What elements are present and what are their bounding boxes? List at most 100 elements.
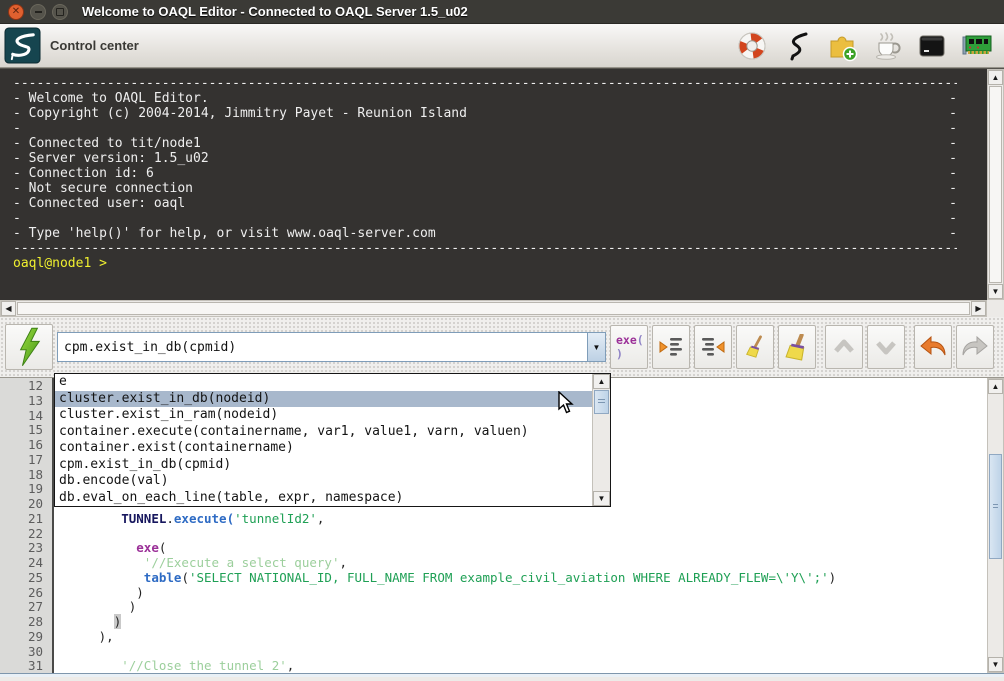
small-broom-icon <box>743 335 767 359</box>
code-line: table('SELECT NATIONAL_ID, FULL_NAME FRO… <box>61 571 987 586</box>
combo-dropdown-button[interactable]: ▼ <box>587 332 606 362</box>
window-controls: ✕ <box>8 4 68 20</box>
line-number: 27 <box>0 600 43 615</box>
query-toolbar: ▼ exe( ) <box>0 317 1004 378</box>
scroll-up-arrow-icon[interactable]: ▲ <box>988 379 1003 394</box>
add-plugin-icon[interactable] <box>825 29 859 63</box>
titlebar: ✕ Welcome to OAQL Editor - Connected to … <box>0 0 1004 24</box>
undo-arrow-icon <box>919 335 947 359</box>
big-broom-icon <box>784 334 811 361</box>
line-number: 17 <box>0 453 43 468</box>
terminal-line: - Welcome to OAQL Editor.- <box>13 91 957 106</box>
oaql-editor-window: ✕ Welcome to OAQL Editor - Connected to … <box>0 0 1004 681</box>
code-line <box>61 645 987 660</box>
outdent-button[interactable] <box>694 325 732 369</box>
terminal-vertical-scrollbar[interactable]: ▲ ▼ <box>987 69 1004 300</box>
oaql-logo-icon <box>4 27 41 64</box>
indent-button[interactable] <box>652 325 690 369</box>
memory-card-icon[interactable] <box>960 29 994 63</box>
terminal-vscroll-track[interactable] <box>988 85 1003 284</box>
close-button[interactable]: ✕ <box>8 4 24 20</box>
line-number: 28 <box>0 615 43 630</box>
terminal-prompt: oaql@node1 > <box>13 256 107 271</box>
lifebuoy-help-icon[interactable] <box>735 29 769 63</box>
autocomplete-item[interactable]: cluster.exist_in_ram(nodeid) <box>55 407 592 424</box>
run-query-button[interactable] <box>5 324 53 370</box>
lower-panel: ▼ exe( ) <box>0 317 1004 677</box>
autocomplete-item[interactable]: e <box>55 374 592 391</box>
minimize-button[interactable] <box>30 4 46 20</box>
line-number: 12 <box>0 379 43 394</box>
scroll-up-arrow-icon[interactable]: ▲ <box>988 70 1003 85</box>
outdent-icon <box>700 334 726 360</box>
code-line: ) <box>61 600 987 615</box>
terminal-line: - Connection id: 6- <box>13 166 957 181</box>
java-coffee-icon[interactable] <box>870 29 904 63</box>
snake-icon[interactable] <box>780 29 814 63</box>
autocomplete-item[interactable]: db.encode(val) <box>55 473 592 490</box>
indent-icon <box>658 334 684 360</box>
scroll-down-arrow-icon[interactable]: ▼ <box>988 657 1003 672</box>
autocomplete-item[interactable]: db.eval_on_each_line(table, expr, namesp… <box>55 490 592 507</box>
line-number: 22 <box>0 527 43 542</box>
editor-vscroll-track[interactable] <box>988 394 1003 657</box>
chevron-up-icon <box>831 334 857 360</box>
console-icon[interactable] <box>915 29 949 63</box>
window-title: Welcome to OAQL Editor - Connected to OA… <box>82 4 468 19</box>
chevron-down-icon <box>873 334 899 360</box>
code-line <box>61 527 987 542</box>
move-down-button[interactable] <box>867 325 905 369</box>
line-number: 23 <box>0 541 43 556</box>
line-number: 24 <box>0 556 43 571</box>
terminal-line: -- <box>13 211 957 226</box>
editor-vertical-scrollbar[interactable]: ▲ ▼ <box>987 378 1004 673</box>
undo-button[interactable] <box>914 325 952 369</box>
line-number: 16 <box>0 438 43 453</box>
line-number: 31 <box>0 659 43 674</box>
terminal-output: ----------------------------------------… <box>0 69 987 300</box>
maximize-button[interactable] <box>52 4 68 20</box>
code-line: '//Execute a select query', <box>61 556 987 571</box>
query-input[interactable] <box>57 332 587 362</box>
toolbar-icons <box>735 29 994 63</box>
control-center-label: Control center <box>50 38 139 53</box>
autocomplete-dropdown[interactable]: ecluster.exist_in_db(nodeid)cluster.exis… <box>54 373 611 507</box>
line-number: 18 <box>0 468 43 483</box>
line-number: 13 <box>0 394 43 409</box>
terminal-panel: ----------------------------------------… <box>0 68 1004 317</box>
line-number: 14 <box>0 409 43 424</box>
line-number: 30 <box>0 645 43 660</box>
app-toolbar: Control center <box>0 24 1004 68</box>
terminal-line: - Server version: 1.5_u02- <box>13 151 957 166</box>
code-line: '//Close the tunnel 2', <box>61 659 987 673</box>
autocomplete-item[interactable]: cpm.exist_in_db(cpmid) <box>55 457 592 474</box>
scroll-up-arrow-icon[interactable]: ▲ <box>593 374 610 389</box>
clean-all-button[interactable] <box>778 325 816 369</box>
query-combobox: ▼ <box>57 332 606 362</box>
terminal-line: oaql@node1 > <box>13 256 957 271</box>
terminal-hscroll-track[interactable] <box>16 301 971 316</box>
clean-button[interactable] <box>736 325 774 369</box>
autocomplete-item[interactable]: cluster.exist_in_db(nodeid) <box>55 391 592 408</box>
line-number: 29 <box>0 630 43 645</box>
move-up-button[interactable] <box>825 325 863 369</box>
scroll-right-arrow-icon[interactable]: ▶ <box>971 301 986 316</box>
line-number: 20 <box>0 497 43 512</box>
dropdown-scroll-track[interactable] <box>593 389 610 491</box>
autocomplete-item[interactable]: container.execute(containername, var1, v… <box>55 424 592 441</box>
redo-button[interactable] <box>956 325 994 369</box>
line-number: 25 <box>0 571 43 586</box>
autocomplete-item[interactable]: container.exist(containername) <box>55 440 592 457</box>
code-line: exe( <box>61 541 987 556</box>
scroll-left-arrow-icon[interactable]: ◀ <box>1 301 16 316</box>
terminal-horizontal-scrollbar[interactable]: ◀ ▶ <box>0 300 987 317</box>
line-number-gutter: 1213141516171819202122232425262728293031 <box>0 378 54 673</box>
scroll-down-arrow-icon[interactable]: ▼ <box>593 491 610 506</box>
exe-wrap-button[interactable]: exe( ) <box>610 325 648 369</box>
autocomplete-list[interactable]: ecluster.exist_in_db(nodeid)cluster.exis… <box>55 374 592 506</box>
terminal-line: - Type 'help()' for help, or visit www.o… <box>13 226 957 241</box>
code-line: ) <box>61 615 987 630</box>
scroll-down-arrow-icon[interactable]: ▼ <box>988 284 1003 299</box>
line-number: 15 <box>0 423 43 438</box>
dropdown-scrollbar[interactable]: ▲ ▼ <box>592 374 610 506</box>
